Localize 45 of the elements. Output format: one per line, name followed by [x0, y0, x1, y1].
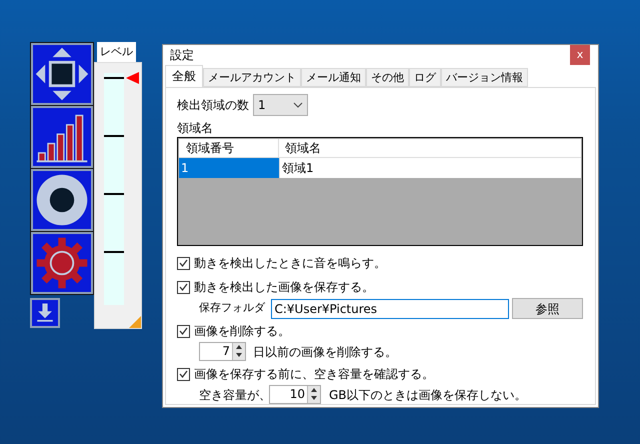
tab[interactable]: その他 — [366, 68, 409, 87]
gear-icon[interactable] — [31, 232, 93, 294]
ring-icon[interactable] — [31, 169, 93, 231]
down-arrow-icon[interactable] — [308, 394, 320, 402]
space-text: GB以下のときは画像を保存しない。 — [329, 386, 527, 404]
checkbox-label: 画像を削除する。 — [194, 323, 290, 340]
checkbox[interactable] — [177, 368, 190, 380]
level-tab[interactable]: レベル — [97, 42, 136, 62]
browse-button[interactable]: 参照 — [512, 298, 583, 319]
number-spinner[interactable]: 7 — [199, 342, 246, 361]
bar-chart-icon[interactable] — [31, 106, 93, 168]
column-header[interactable]: 領域名 — [279, 139, 581, 157]
count-dropdown[interactable]: 1 — [253, 94, 308, 116]
level-marker-icon[interactable] — [126, 71, 140, 85]
checkbox[interactable] — [177, 256, 190, 270]
tab[interactable]: ログ — [409, 68, 441, 87]
down-arrow-icon[interactable] — [233, 351, 245, 359]
window-title: 設定 — [170, 47, 194, 64]
days-text: 日以前の画像を削除する。 — [253, 344, 397, 360]
field-label: 空き容量が、 — [199, 386, 269, 404]
up-arrow-icon[interactable] — [233, 343, 245, 351]
grid-row[interactable]: 1 領域1 — [179, 158, 581, 178]
field-label: 検出領域の数 — [177, 97, 249, 114]
resize-grip-icon[interactable] — [129, 316, 141, 328]
checkbox-label: 動きを検出した画像を保存する。 — [194, 279, 374, 296]
tab[interactable]: 全般 — [165, 65, 203, 87]
folder-input-field[interactable]: C:¥User¥Pictures — [271, 298, 508, 318]
checkbox[interactable] — [177, 324, 190, 338]
chevron-down-icon[interactable] — [293, 102, 303, 108]
move-arrows-icon[interactable] — [31, 43, 93, 105]
download-icon[interactable] — [30, 298, 60, 328]
tab[interactable]: メール通知 — [301, 68, 366, 87]
close-button[interactable]: x — [570, 45, 590, 65]
number-spinner[interactable]: 10 — [269, 385, 321, 404]
column-header[interactable]: 領域番号 — [179, 139, 279, 157]
field-label: 保存フォルダ — [199, 300, 266, 316]
checkbox-label: 画像を保存する前に、空き容量を確認する。 — [194, 366, 434, 383]
tab[interactable]: メールアカウント — [203, 68, 301, 87]
table-cell: 領域1 — [279, 158, 581, 178]
table-cell: 1 — [179, 158, 279, 178]
up-arrow-icon[interactable] — [308, 386, 320, 394]
section-label: 領域名 — [177, 120, 214, 137]
tab[interactable]: バージョン情報 — [441, 68, 528, 87]
checkbox[interactable] — [177, 280, 190, 294]
checkbox-label: 動きを検出したときに音を鳴らす。 — [194, 255, 386, 272]
